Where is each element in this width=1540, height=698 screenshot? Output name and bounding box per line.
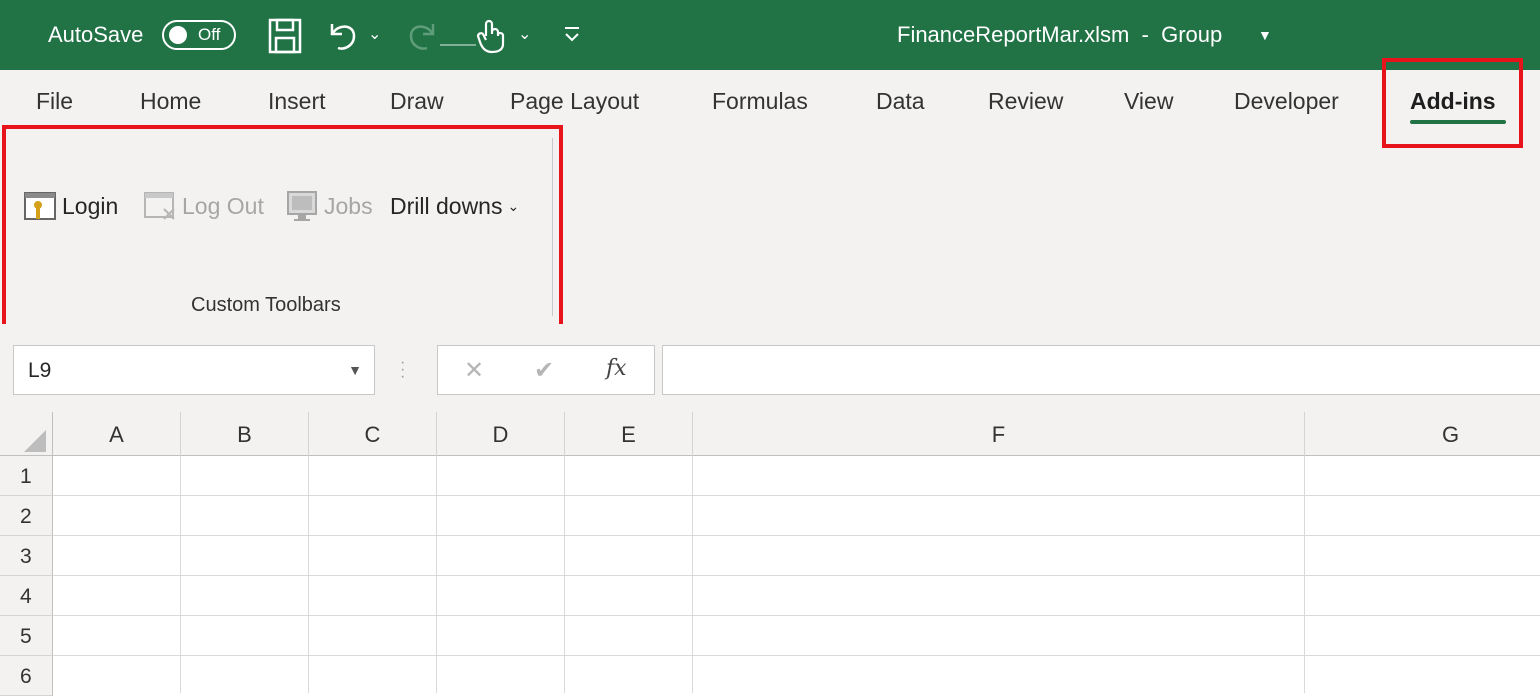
tab-insert[interactable]: Insert [268, 88, 326, 115]
customize-qat-icon[interactable] [562, 24, 582, 49]
column-header-a[interactable]: A [53, 412, 181, 456]
formula-buttons: ✕ ✔ fx [437, 345, 655, 395]
tab-home[interactable]: Home [140, 88, 201, 115]
row-header-5[interactable]: 5 [0, 616, 53, 656]
column-gridline [436, 456, 437, 693]
tab-formulas[interactable]: Formulas [712, 88, 808, 115]
tab-developer[interactable]: Developer [1234, 88, 1339, 115]
row-header-6[interactable]: 6 [0, 656, 53, 696]
column-header-d[interactable]: D [437, 412, 565, 456]
row-gridline [53, 655, 1540, 656]
column-gridline [1304, 456, 1305, 693]
column-header-c[interactable]: C [309, 412, 437, 456]
worksheet-grid: A B C D E F G 1 2 3 4 5 6 [0, 412, 1540, 696]
column-header-row: A B C D E F G [0, 412, 1540, 456]
autosave-state: Off [198, 25, 221, 44]
name-box[interactable]: L9 ▼ [13, 345, 375, 395]
column-gridline [692, 456, 693, 693]
tab-page-layout[interactable]: Page Layout [510, 88, 639, 115]
column-header-g[interactable]: G [1305, 412, 1540, 456]
row-header-2[interactable]: 2 [0, 496, 53, 536]
touch-mode-icon[interactable] [476, 18, 506, 59]
column-gridline [564, 456, 565, 693]
title-dropdown-caret-icon[interactable]: ▼ [1258, 27, 1272, 43]
column-gridline [180, 456, 181, 693]
redo-icon [405, 18, 439, 59]
touch-dropdown-chevron-icon[interactable]: ⌄ [518, 24, 531, 44]
title-bar: AutoSave Off ⌄ ⌄ FinanceReportMar.xlsm -… [0, 0, 1540, 70]
add-ins-tab-highlight [1382, 58, 1523, 148]
document-title: FinanceReportMar.xlsm - Group [897, 22, 1223, 47]
cancel-icon[interactable]: ✕ [464, 356, 484, 385]
insert-function-icon[interactable]: fx [606, 356, 627, 381]
autosave-label: AutoSave [48, 22, 144, 47]
row-header-3[interactable]: 3 [0, 536, 53, 576]
undo-dropdown-chevron-icon[interactable]: ⌄ [368, 24, 381, 44]
formula-input[interactable] [662, 345, 1540, 395]
tab-view[interactable]: View [1124, 88, 1173, 115]
row-gridline [53, 615, 1540, 616]
row-header-1[interactable]: 1 [0, 456, 53, 496]
column-header-f[interactable]: F [693, 412, 1305, 456]
tab-data[interactable]: Data [876, 88, 925, 115]
tab-draw[interactable]: Draw [390, 88, 444, 115]
column-header-e[interactable]: E [565, 412, 693, 456]
row-gridline [53, 535, 1540, 536]
toggle-knob [169, 26, 187, 44]
custom-toolbars-highlight [2, 125, 563, 335]
column-gridline [308, 456, 309, 693]
save-icon[interactable] [268, 18, 302, 59]
autosave-toggle[interactable]: Off [162, 20, 236, 50]
formula-bar: L9 ▼ · · · ✕ ✔ fx [0, 324, 1540, 412]
enter-icon[interactable]: ✔ [534, 356, 554, 385]
undo-icon[interactable] [326, 18, 360, 59]
row-header-4[interactable]: 4 [0, 576, 53, 616]
tab-file[interactable]: File [36, 88, 73, 115]
name-box-value: L9 [28, 359, 52, 382]
separator-line [440, 34, 476, 52]
tab-review[interactable]: Review [988, 88, 1063, 115]
select-all-corner[interactable] [0, 412, 53, 456]
row-gridline [53, 495, 1540, 496]
column-header-b[interactable]: B [181, 412, 309, 456]
formula-bar-resize-handle[interactable]: · · · [400, 355, 405, 385]
name-box-dropdown-icon[interactable]: ▼ [348, 362, 362, 378]
row-gridline [53, 575, 1540, 576]
